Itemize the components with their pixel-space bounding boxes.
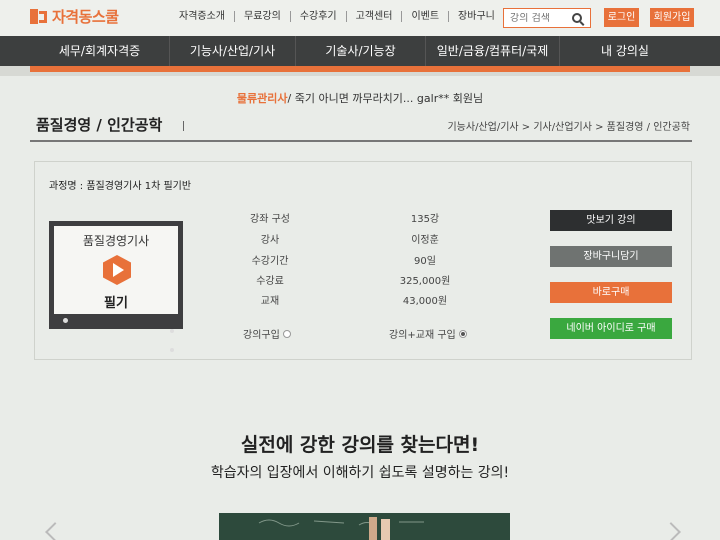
option-label: 강의구입 <box>243 330 280 341</box>
info-value: 90일 <box>414 256 436 267</box>
breadcrumb: 기능사/산업/기사 > 기사/산업기사 > 품질경영 / 인간공학 <box>447 122 690 133</box>
login-button[interactable]: 로그인 <box>604 8 639 27</box>
buy-now-button[interactable]: 바로구매 <box>550 282 672 303</box>
info-label: 교재 <box>260 296 280 307</box>
nav-item-tax-accounting[interactable]: 세무/회계자격증 <box>0 36 170 66</box>
option-label: 강의+교재 구입 <box>389 330 456 341</box>
title-divider <box>183 121 184 131</box>
ticker-category: 물류관리사 <box>236 92 288 105</box>
info-value: 135강 <box>410 214 440 225</box>
search-input[interactable] <box>504 12 568 24</box>
course-name-value: 품질경영기사 1차 필기반 <box>86 181 192 192</box>
info-label: 강사 <box>260 235 280 246</box>
info-label: 수강료 <box>256 276 284 287</box>
radio-lecture-only[interactable] <box>282 329 291 338</box>
util-link-free-lectures[interactable]: 무료강의 <box>235 11 291 22</box>
promo-headline: 실전에 강한 강의를 찾는다면! <box>240 434 480 456</box>
chalkboard-image <box>219 513 510 540</box>
nav-item-technician-master[interactable]: 기술사/기능장 <box>296 36 426 66</box>
option-lecture-only[interactable]: 강의구입 <box>243 326 291 341</box>
nav-item-industrial-engineer[interactable]: 기능사/산업/기사 <box>170 36 296 66</box>
main-nav: 세무/회계자격증 기능사/산업/기사 기술사/기능장 일반/금융/컴퓨터/국제 … <box>0 36 720 66</box>
nav-item-general-finance[interactable]: 일반/금융/컴퓨터/국제 <box>426 36 560 66</box>
info-value: 이정훈 <box>411 235 439 246</box>
add-to-cart-button[interactable]: 장바구니담기 <box>550 246 672 267</box>
course-panel: 과정명 : 품질경영기사 1차 필기반 품질경영기사 필기 강좌 구성 135강… <box>34 161 692 360</box>
page-title: 품질경영 / 인간공학 <box>36 116 163 134</box>
site-logo[interactable]: 자격동스쿨 <box>30 6 119 27</box>
screen-dot-icon <box>63 318 68 323</box>
top-bar: 자격동스쿨 자격증소개 무료강의 수강후기 고객센터 이벤트 장바구니 로그인 … <box>0 0 720 36</box>
util-link-reviews[interactable]: 수강후기 <box>291 11 347 22</box>
utility-links: 자격증소개 무료강의 수강후기 고객센터 이벤트 장바구니 <box>170 11 504 22</box>
review-ticker[interactable]: 물류관리사/ 죽기 아니면 까무라치기... galr** 회원님 <box>0 90 720 106</box>
info-value: 325,000원 <box>399 276 451 287</box>
search-icon[interactable] <box>572 13 582 23</box>
thumbnail-title: 품질경영기사 <box>82 234 150 248</box>
naver-buy-button[interactable]: 네이버 아이디로 구매 <box>550 318 672 339</box>
nav-accent-bar <box>30 66 690 72</box>
title-underline <box>30 140 692 142</box>
info-label: 강좌 구성 <box>250 214 290 225</box>
course-name: 과정명 : 품질경영기사 1차 필기반 <box>49 177 191 192</box>
carousel-next-icon[interactable] <box>661 522 681 540</box>
ticker-message: / 죽기 아니면 까무라치기... galr** 회원님 <box>287 92 484 105</box>
promo-subline: 학습자의 입장에서 이해하기 쉽도록 설명하는 강의! <box>210 465 510 481</box>
util-link-certificates[interactable]: 자격증소개 <box>170 11 235 22</box>
util-link-cart[interactable]: 장바구니 <box>449 11 504 22</box>
lecture-preview-image <box>219 513 510 540</box>
course-name-label: 과정명 : <box>49 181 84 192</box>
nav-item-my-classroom[interactable]: 내 강의실 <box>560 36 690 66</box>
info-label: 수강기간 <box>251 256 289 267</box>
thumbnail-label: 필기 <box>104 296 128 311</box>
preview-lecture-button[interactable]: 맛보기 강의 <box>550 210 672 231</box>
carousel-prev-icon[interactable] <box>45 522 65 540</box>
course-thumbnail[interactable]: 품질경영기사 필기 <box>49 221 183 352</box>
logo-text: 자격동스쿨 <box>52 8 119 26</box>
util-link-events[interactable]: 이벤트 <box>402 11 450 22</box>
option-lecture-textbook[interactable]: 강의+교재 구입 <box>389 326 467 341</box>
screen-dots-icon <box>170 318 179 352</box>
radio-lecture-textbook[interactable] <box>458 329 467 338</box>
search-box <box>503 8 591 28</box>
play-icon[interactable] <box>103 255 131 285</box>
logo-icon <box>30 8 48 26</box>
info-value: 43,000원 <box>402 296 448 307</box>
join-button[interactable]: 회원가입 <box>650 8 694 27</box>
util-link-support[interactable]: 고객센터 <box>347 11 403 22</box>
